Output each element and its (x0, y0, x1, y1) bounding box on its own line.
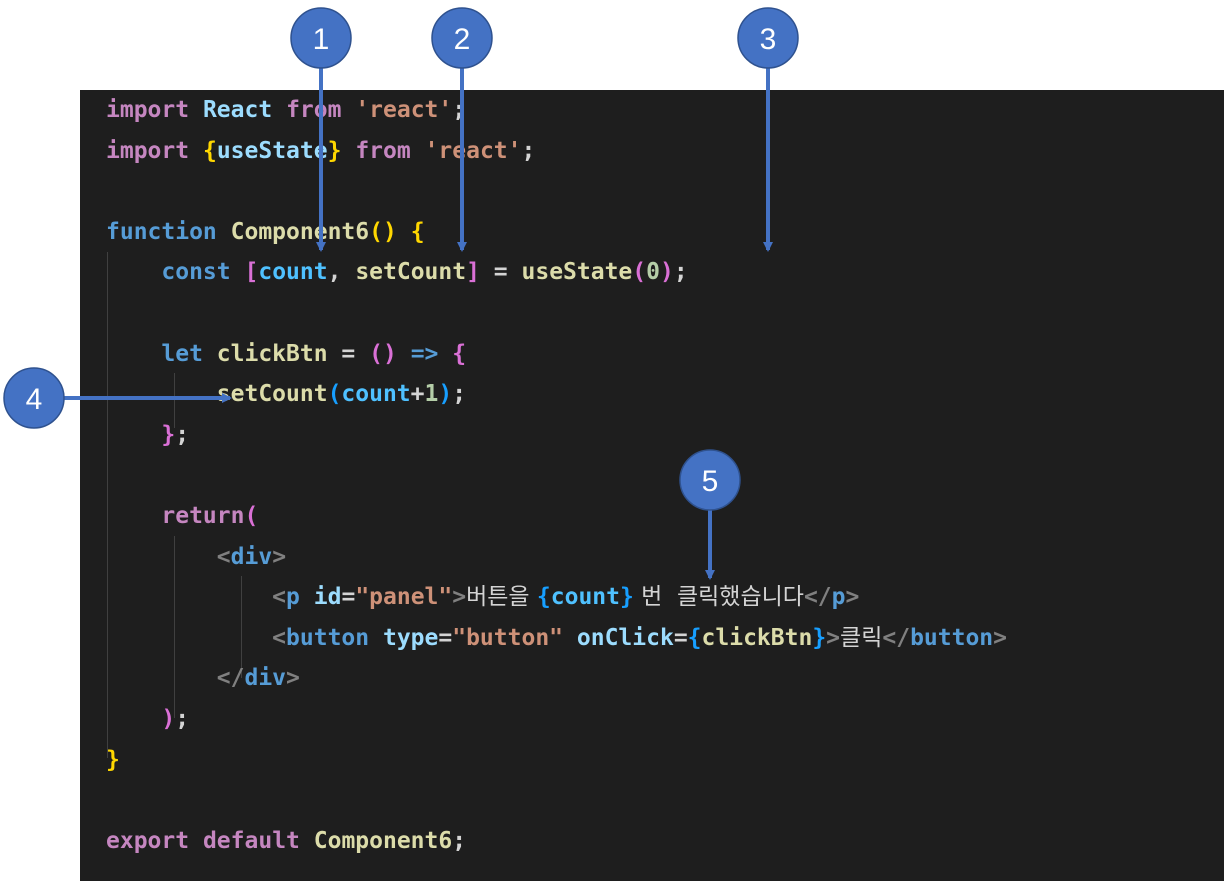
callout-number: 1 (313, 23, 330, 56)
callout-arrows (64, 68, 773, 580)
callout-number: 5 (702, 465, 719, 498)
callout-badges: 1 2 3 4 5 (3, 7, 799, 511)
callout-number: 2 (454, 23, 471, 56)
callout-number: 3 (760, 23, 777, 56)
callout-overlay: 1 2 3 4 5 (3, 7, 799, 580)
callout-number: 4 (26, 383, 43, 416)
